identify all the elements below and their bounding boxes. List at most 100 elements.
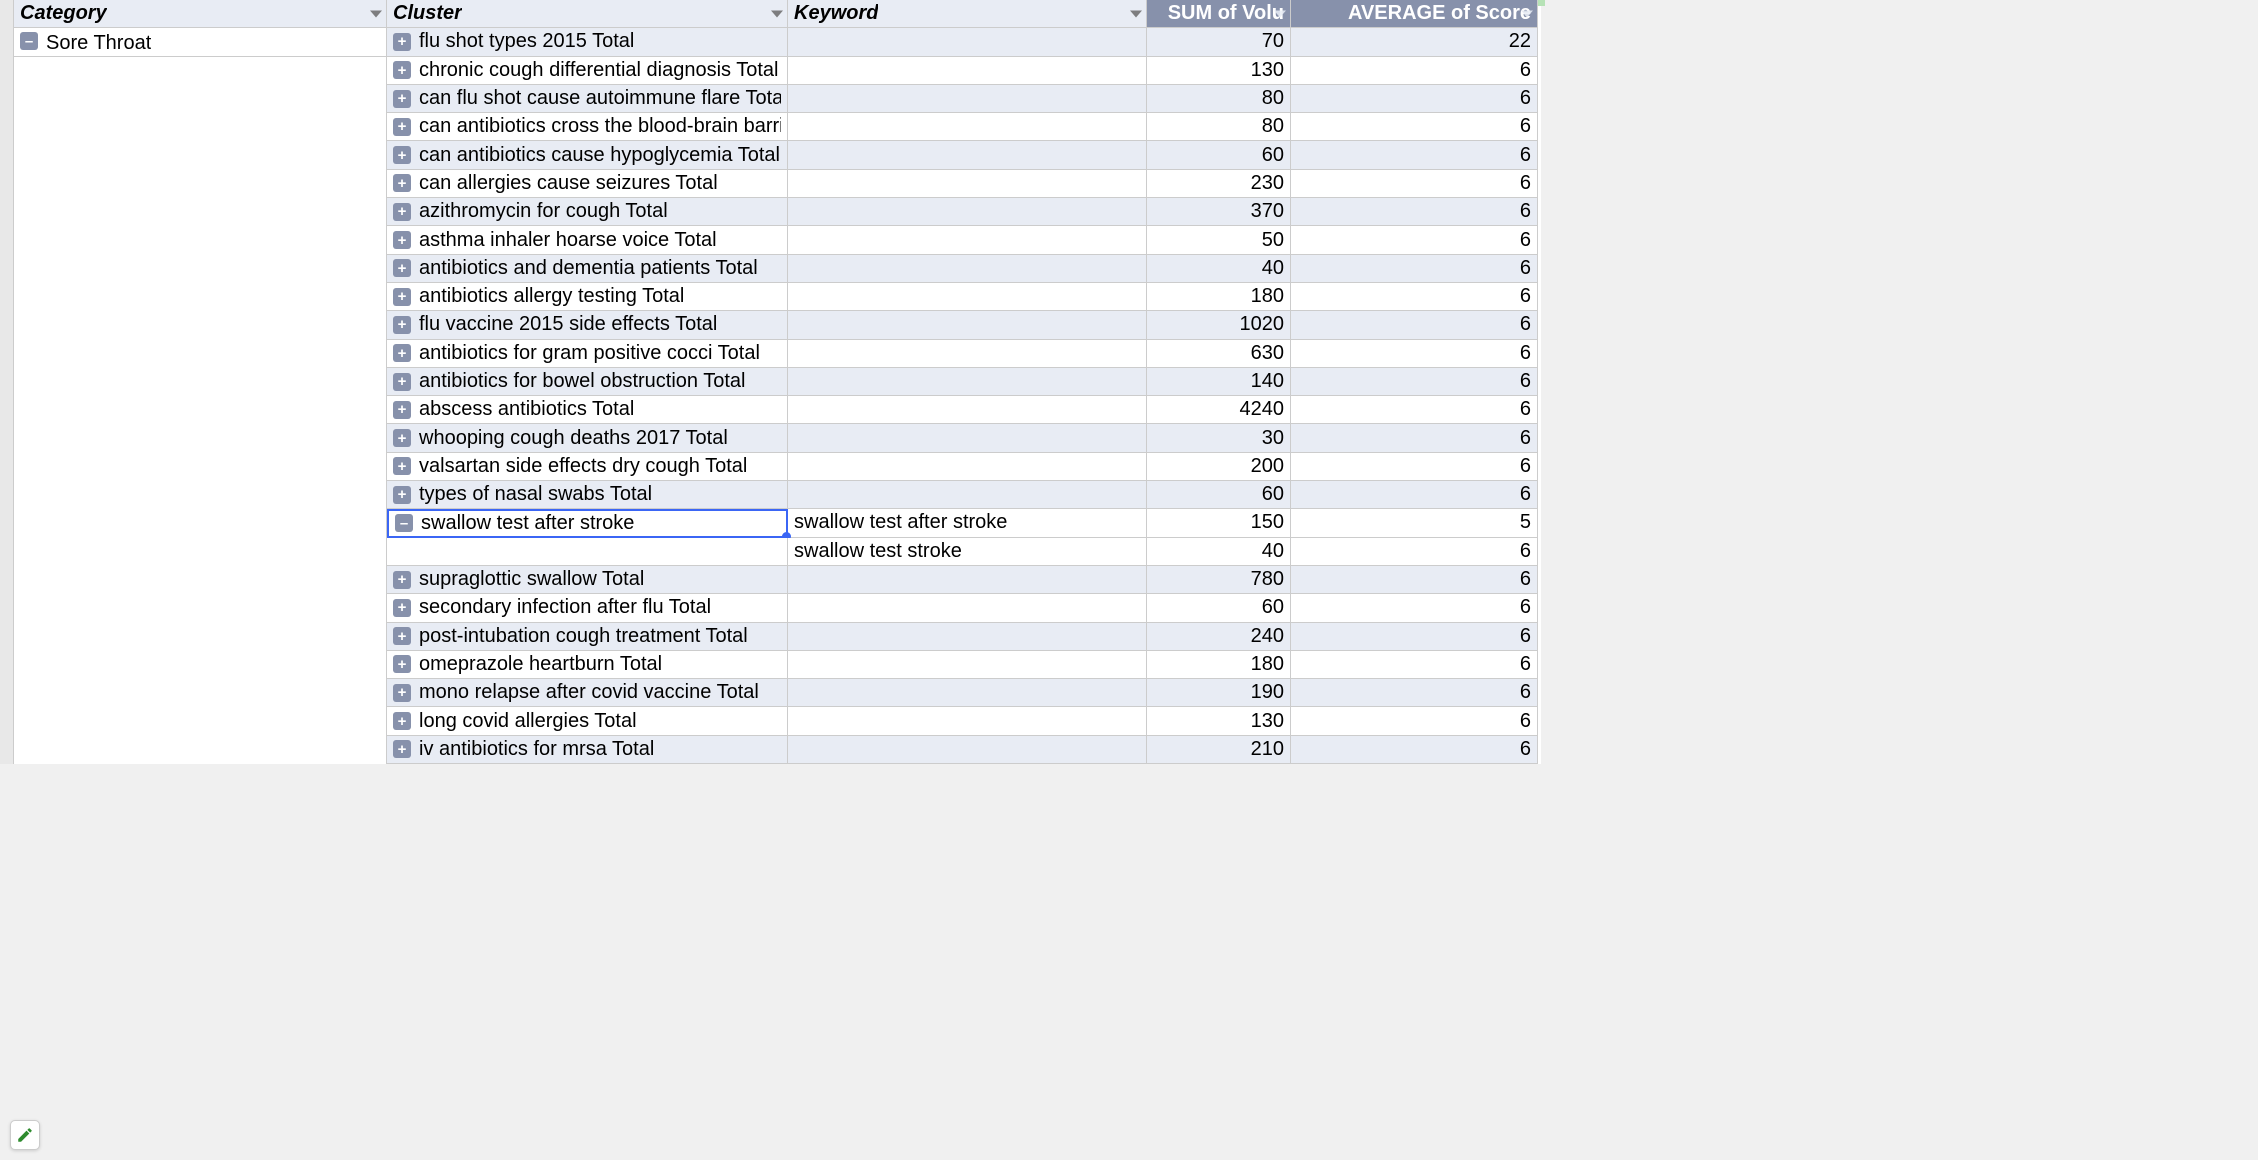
cluster-cell[interactable]: long covid allergies Total bbox=[387, 707, 788, 735]
cluster-cell[interactable]: swallow test after stroke bbox=[387, 509, 788, 537]
expand-toggle[interactable] bbox=[393, 740, 411, 758]
score-cell[interactable]: 6 bbox=[1291, 736, 1538, 764]
score-cell[interactable]: 6 bbox=[1291, 368, 1538, 396]
expand-toggle[interactable] bbox=[393, 712, 411, 730]
expand-toggle[interactable] bbox=[393, 571, 411, 589]
score-cell[interactable]: 6 bbox=[1291, 85, 1538, 113]
cluster-cell[interactable]: abscess antibiotics Total bbox=[387, 396, 788, 424]
score-cell[interactable]: 6 bbox=[1291, 396, 1538, 424]
score-cell[interactable]: 6 bbox=[1291, 679, 1538, 707]
volume-cell[interactable]: 230 bbox=[1147, 170, 1291, 198]
cluster-cell[interactable]: types of nasal swabs Total bbox=[387, 481, 788, 509]
keyword-cell[interactable] bbox=[788, 566, 1147, 594]
keyword-cell[interactable]: swallow test stroke bbox=[788, 538, 1147, 566]
cluster-cell[interactable]: antibiotics and dementia patients Total bbox=[387, 255, 788, 283]
score-cell[interactable]: 6 bbox=[1291, 170, 1538, 198]
volume-cell[interactable]: 40 bbox=[1147, 538, 1291, 566]
keyword-cell[interactable] bbox=[788, 424, 1147, 452]
keyword-cell[interactable] bbox=[788, 198, 1147, 226]
expand-toggle[interactable] bbox=[393, 203, 411, 221]
score-cell[interactable]: 6 bbox=[1291, 566, 1538, 594]
category-cell[interactable]: Sore Throat bbox=[14, 28, 387, 56]
volume-cell[interactable]: 4240 bbox=[1147, 396, 1291, 424]
score-cell[interactable]: 6 bbox=[1291, 538, 1538, 566]
cluster-cell[interactable]: mono relapse after covid vaccine Total bbox=[387, 679, 788, 707]
score-cell[interactable]: 6 bbox=[1291, 594, 1538, 622]
keyword-cell[interactable] bbox=[788, 283, 1147, 311]
volume-cell[interactable]: 140 bbox=[1147, 368, 1291, 396]
volume-cell[interactable]: 780 bbox=[1147, 566, 1291, 594]
cluster-cell[interactable]: iv antibiotics for mrsa Total bbox=[387, 736, 788, 764]
cluster-cell[interactable]: chronic cough differential diagnosis Tot… bbox=[387, 57, 788, 85]
score-cell[interactable]: 6 bbox=[1291, 453, 1538, 481]
expand-toggle[interactable] bbox=[393, 344, 411, 362]
header-keyword[interactable]: Keyword bbox=[788, 0, 1147, 28]
keyword-cell[interactable] bbox=[788, 255, 1147, 283]
expand-toggle[interactable] bbox=[393, 655, 411, 673]
expand-toggle[interactable] bbox=[393, 457, 411, 475]
collapse-toggle[interactable] bbox=[395, 514, 413, 532]
expand-toggle[interactable] bbox=[393, 118, 411, 136]
score-cell[interactable]: 6 bbox=[1291, 113, 1538, 141]
cluster-cell[interactable]: can antibiotics cross the blood-brain ba… bbox=[387, 113, 788, 141]
score-cell[interactable]: 6 bbox=[1291, 226, 1538, 254]
score-cell[interactable]: 22 bbox=[1291, 28, 1538, 56]
volume-cell[interactable]: 1020 bbox=[1147, 311, 1291, 339]
volume-cell[interactable]: 370 bbox=[1147, 198, 1291, 226]
volume-cell[interactable]: 40 bbox=[1147, 255, 1291, 283]
volume-cell[interactable]: 60 bbox=[1147, 481, 1291, 509]
expand-toggle[interactable] bbox=[393, 684, 411, 702]
expand-toggle[interactable] bbox=[393, 90, 411, 108]
filter-icon[interactable] bbox=[370, 10, 382, 17]
volume-cell[interactable]: 200 bbox=[1147, 453, 1291, 481]
filter-icon[interactable] bbox=[1521, 10, 1533, 17]
volume-cell[interactable]: 190 bbox=[1147, 679, 1291, 707]
volume-cell[interactable]: 180 bbox=[1147, 651, 1291, 679]
header-volume[interactable]: SUM of Volu bbox=[1147, 0, 1291, 28]
expand-toggle[interactable] bbox=[393, 486, 411, 504]
keyword-cell[interactable]: swallow test after stroke bbox=[788, 509, 1147, 537]
edit-pencil-button[interactable] bbox=[10, 1120, 40, 1150]
cluster-cell[interactable]: supraglottic swallow Total bbox=[387, 566, 788, 594]
cluster-cell[interactable]: valsartan side effects dry cough Total bbox=[387, 453, 788, 481]
keyword-cell[interactable] bbox=[788, 481, 1147, 509]
expand-toggle[interactable] bbox=[393, 401, 411, 419]
score-cell[interactable]: 6 bbox=[1291, 623, 1538, 651]
score-cell[interactable]: 6 bbox=[1291, 481, 1538, 509]
volume-cell[interactable]: 60 bbox=[1147, 594, 1291, 622]
header-category[interactable]: Category bbox=[14, 0, 387, 28]
volume-cell[interactable]: 60 bbox=[1147, 141, 1291, 169]
score-cell[interactable]: 6 bbox=[1291, 651, 1538, 679]
keyword-cell[interactable] bbox=[788, 453, 1147, 481]
volume-cell[interactable]: 70 bbox=[1147, 28, 1291, 56]
expand-toggle[interactable] bbox=[393, 288, 411, 306]
score-cell[interactable]: 6 bbox=[1291, 283, 1538, 311]
keyword-cell[interactable] bbox=[788, 368, 1147, 396]
filter-icon[interactable] bbox=[1274, 10, 1286, 17]
cluster-cell[interactable]: can antibiotics cause hypoglycemia Total bbox=[387, 141, 788, 169]
volume-cell[interactable]: 210 bbox=[1147, 736, 1291, 764]
expand-toggle[interactable] bbox=[393, 429, 411, 447]
keyword-cell[interactable] bbox=[788, 57, 1147, 85]
score-cell[interactable]: 6 bbox=[1291, 311, 1538, 339]
keyword-cell[interactable] bbox=[788, 141, 1147, 169]
cluster-cell[interactable]: whooping cough deaths 2017 Total bbox=[387, 424, 788, 452]
cluster-cell[interactable]: asthma inhaler hoarse voice Total bbox=[387, 226, 788, 254]
keyword-cell[interactable] bbox=[788, 226, 1147, 254]
expand-toggle[interactable] bbox=[393, 599, 411, 617]
expand-toggle[interactable] bbox=[393, 373, 411, 391]
score-cell[interactable]: 6 bbox=[1291, 255, 1538, 283]
cluster-cell[interactable]: antibiotics for bowel obstruction Total bbox=[387, 368, 788, 396]
keyword-cell[interactable] bbox=[788, 679, 1147, 707]
score-cell[interactable]: 6 bbox=[1291, 141, 1538, 169]
volume-cell[interactable]: 50 bbox=[1147, 226, 1291, 254]
volume-cell[interactable]: 80 bbox=[1147, 85, 1291, 113]
keyword-cell[interactable] bbox=[788, 28, 1147, 56]
cluster-cell[interactable]: post-intubation cough treatment Total bbox=[387, 623, 788, 651]
volume-cell[interactable]: 630 bbox=[1147, 340, 1291, 368]
score-cell[interactable]: 6 bbox=[1291, 57, 1538, 85]
expand-toggle[interactable] bbox=[393, 259, 411, 277]
cluster-cell[interactable] bbox=[387, 538, 788, 566]
expand-toggle[interactable] bbox=[393, 174, 411, 192]
collapse-toggle[interactable] bbox=[20, 32, 38, 50]
